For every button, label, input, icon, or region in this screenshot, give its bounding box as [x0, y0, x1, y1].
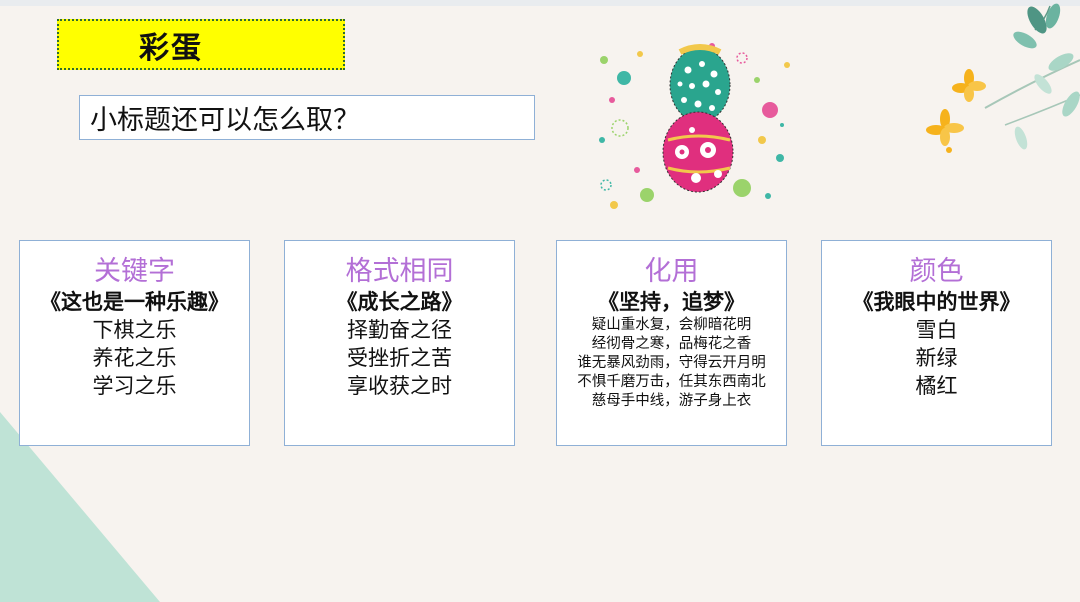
card-heading: 关键字: [94, 256, 175, 287]
card-line: 不惧千磨万击，任其东西南北: [577, 374, 766, 390]
top-strip: [0, 0, 1080, 6]
card-line: 养花之乐: [92, 346, 177, 370]
card-subtitle: 《成长之路》: [336, 290, 463, 314]
slide-subtitle: 小标题还可以怎么取？: [90, 105, 360, 136]
card-line: 经彻骨之寒，品梅花之香: [591, 336, 752, 352]
card-subtitle: 《坚持，追梦》: [598, 290, 745, 314]
card-line: 下棋之乐: [92, 318, 177, 342]
card-line: 受挫折之苦: [347, 346, 452, 370]
card-line: 橘红: [915, 374, 958, 398]
card-line: 慈母手中线，游子身上衣: [591, 393, 752, 409]
card-line: 疑山重水复，会柳暗花明: [591, 317, 752, 333]
card-heading: 化用: [644, 256, 699, 287]
flower-branch-icon: [926, 3, 1080, 153]
card-color: 颜色 《我眼中的世界》 雪白 新绿 橘红: [821, 240, 1052, 446]
card-keyword: 关键字 《这也是一种乐趣》 下棋之乐 养花之乐 学习之乐: [19, 240, 250, 446]
card-line: 谁无暴风劲雨，守得云开月明: [577, 355, 766, 371]
card-line: 雪白: [915, 318, 958, 342]
slide-title: 彩蛋: [139, 30, 203, 66]
card-subtitle: 《这也是一种乐趣》: [40, 290, 229, 314]
card-heading: 颜色: [909, 256, 964, 287]
card-heading: 格式相同: [345, 256, 454, 287]
title-box: 彩蛋: [57, 19, 345, 70]
card-line: 新绿: [915, 346, 958, 370]
card-adaptation: 化用 《坚持，追梦》 疑山重水复，会柳暗花明 经彻骨之寒，品梅花之香 谁无暴风劲…: [556, 240, 787, 446]
card-line: 享收获之时: [347, 374, 452, 398]
card-subtitle: 《我眼中的世界》: [852, 290, 1021, 314]
easter-eggs-icon: [599, 43, 790, 209]
subtitle-box: 小标题还可以怎么取？: [79, 95, 535, 140]
card-line: 学习之乐: [92, 374, 177, 398]
card-same-format: 格式相同 《成长之路》 择勤奋之径 受挫折之苦 享收获之时: [284, 240, 515, 446]
card-line: 择勤奋之径: [347, 318, 452, 342]
